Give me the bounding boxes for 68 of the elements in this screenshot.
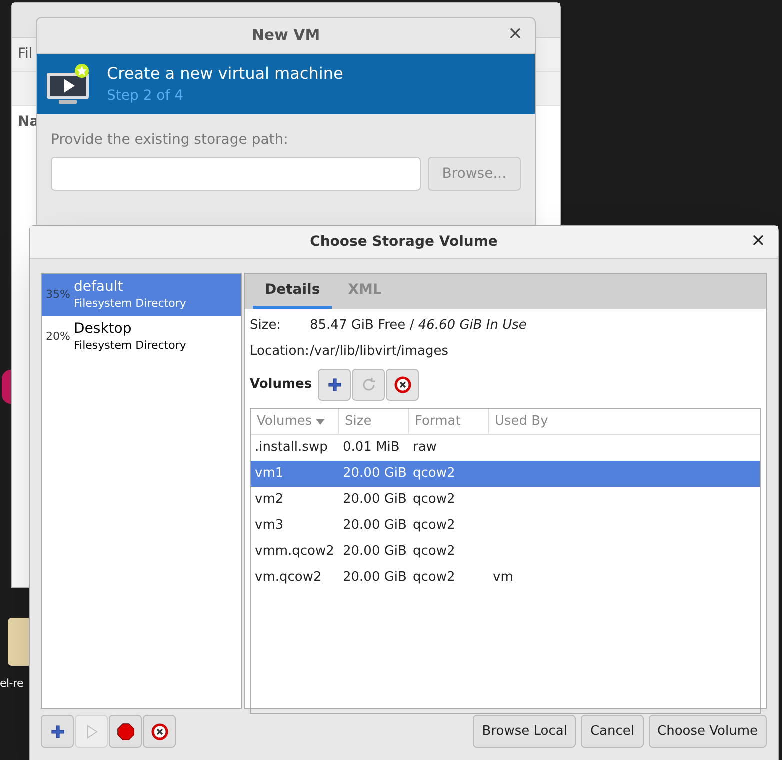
dialog-title: Choose Storage Volume (310, 232, 498, 252)
pool-name: default (74, 279, 124, 297)
play-icon (86, 724, 98, 738)
table-cell: qcow2 (413, 518, 456, 534)
delete-volume-button[interactable] (386, 369, 420, 401)
add-volume-button[interactable] (318, 369, 352, 401)
column-header[interactable]: Format (409, 409, 489, 434)
table-cell: qcow2 (413, 544, 456, 560)
close-button[interactable]: × (748, 232, 768, 250)
delete-icon (150, 722, 168, 740)
step-label: Step 2 of 4 (107, 86, 185, 106)
refresh-icon (360, 377, 377, 393)
volume-row[interactable]: vm.qcow2 20.00 GiB qcow2 vm (251, 565, 760, 591)
column-header[interactable]: Size (339, 409, 409, 434)
volume-row[interactable]: vm3 20.00 GiB qcow2 (251, 513, 760, 539)
pool-usage: 35% (46, 286, 72, 303)
column-header[interactable]: Used By (489, 409, 760, 434)
volume-row[interactable]: .install.swp 0.01 MiB raw (251, 435, 760, 461)
table-cell: qcow2 (413, 492, 456, 508)
pool-name: Desktop (74, 321, 133, 339)
stop-pool-button[interactable] (109, 715, 142, 748)
dialog-button[interactable]: Cancel (581, 715, 644, 748)
table-cell: vm3 (255, 518, 284, 534)
app-icon[interactable] (2, 370, 11, 404)
volume-row[interactable]: vm2 20.00 GiB qcow2 (251, 487, 760, 513)
add-pool-button[interactable] (41, 715, 74, 748)
plus-icon (50, 724, 64, 738)
table-cell: 20.00 GiB (343, 544, 407, 560)
table-cell: vm.qcow2 (255, 570, 322, 586)
close-button[interactable]: × (506, 25, 525, 43)
table-cell: 20.00 GiB (343, 518, 407, 534)
volumes-label: Volumes (250, 376, 312, 394)
table-cell: qcow2 (413, 570, 456, 586)
volume-row[interactable]: vmm.qcow2 20.00 GiB qcow2 (251, 539, 760, 565)
location-label: Location: (250, 343, 310, 362)
plus-icon (328, 378, 342, 392)
location-value: /var/lib/libvirt/images (310, 343, 448, 362)
size-label: Size: (250, 317, 282, 336)
sort-arrow-icon (316, 418, 326, 424)
volume-row[interactable]: vm1 20.00 GiB qcow2 (251, 461, 760, 487)
table-cell: vm1 (255, 466, 284, 482)
table-cell: 20.00 GiB (343, 466, 407, 482)
table-cell: 20.00 GiB (343, 492, 407, 508)
delete-pool-button[interactable] (143, 715, 176, 748)
table-cell: 0.01 MiB (343, 440, 400, 456)
stop-icon (116, 722, 134, 740)
table-cell: vmm.qcow2 (255, 544, 334, 560)
pool-usage: 20% (46, 328, 72, 345)
column-header[interactable]: Volumes (251, 409, 339, 434)
table-cell: vm (493, 570, 514, 586)
tab[interactable]: Details (253, 274, 332, 309)
banner-heading: Create a new virtual machine (107, 62, 344, 84)
window-title: New VM (252, 25, 320, 46)
dialog-button[interactable]: Choose Volume (648, 715, 767, 748)
desktop-icon-label: el-re (0, 676, 24, 692)
table-cell: vm2 (255, 492, 284, 508)
storage-path-field[interactable] (51, 157, 421, 191)
delete-icon (394, 376, 412, 394)
size-value: 85.47 GiB Free / 46.60 GiB In Use (310, 317, 527, 336)
pool-type: Filesystem Directory (74, 338, 186, 353)
table-cell: 20.00 GiB (343, 570, 407, 586)
pool-type: Filesystem Directory (74, 296, 186, 311)
table-cell: raw (413, 440, 437, 456)
path-label: Provide the existing storage path: (51, 131, 290, 150)
menu-item[interactable]: Fil (18, 44, 33, 65)
table-cell: .install.swp (255, 440, 328, 456)
table-cell: qcow2 (413, 466, 456, 482)
dialog-button[interactable]: Browse Local (473, 715, 576, 748)
